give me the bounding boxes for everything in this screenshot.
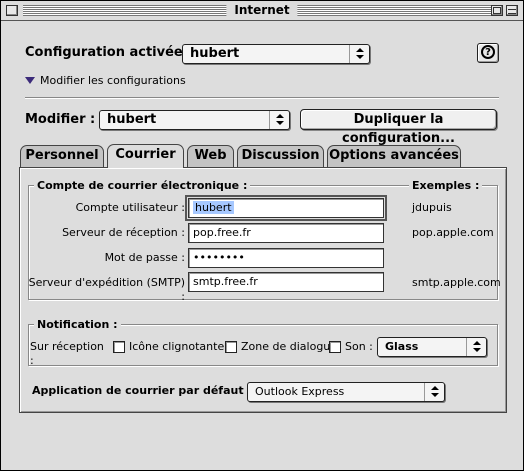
blinking-icon-label[interactable]: Icône clignotante: [129, 340, 224, 354]
collapse-box-icon[interactable]: [506, 5, 518, 16]
separator: [25, 97, 499, 99]
incoming-server-label: Serveur de réception :: [62, 226, 185, 239]
window-title: Internet: [226, 2, 298, 19]
sound-checkbox[interactable]: [329, 341, 341, 353]
sound-label[interactable]: Son :: [345, 340, 373, 354]
help-button[interactable]: ?: [477, 43, 499, 63]
modify-config-value: hubert: [107, 112, 157, 127]
help-icon: ?: [481, 45, 495, 59]
sound-value: Glass: [385, 340, 419, 353]
blinking-icon-checkbox[interactable]: [113, 341, 125, 353]
password-label: Mot de passe :: [104, 251, 185, 264]
popup-arrows-icon: [349, 45, 369, 63]
incoming-server-example: pop.apple.com: [412, 226, 494, 239]
examples-title: Exemples :: [409, 179, 483, 192]
popup-arrows-icon: [466, 338, 486, 356]
user-account-field[interactable]: hubert: [185, 195, 387, 221]
popup-arrows-icon: [424, 383, 444, 401]
dialog-box-label[interactable]: Zone de dialogue: [241, 340, 337, 354]
user-account-value: hubert: [193, 201, 234, 214]
zoom-box-icon[interactable]: [491, 5, 503, 16]
tab-personnel[interactable]: Personnel: [20, 145, 104, 167]
modify-label: Modifier :: [25, 112, 96, 127]
password-field[interactable]: ••••••••: [188, 248, 384, 268]
title-bar[interactable]: Internet: [1, 1, 523, 21]
internet-window: Internet Configuration activée : hubert …: [0, 0, 524, 471]
notification-group-title: Notification :: [34, 318, 121, 331]
tab-discussion[interactable]: Discussion: [237, 145, 324, 167]
modify-config-popup[interactable]: hubert: [99, 110, 290, 130]
user-account-label: Compte utilisateur :: [75, 201, 185, 214]
close-box-icon[interactable]: [6, 5, 18, 16]
default-mail-app-popup[interactable]: Outlook Express: [247, 382, 445, 402]
user-account-example: jdupuis: [412, 201, 452, 214]
active-config-popup[interactable]: hubert: [182, 44, 370, 64]
tab-courrier[interactable]: Courrier: [107, 144, 184, 168]
disclosure-triangle-icon[interactable]: [25, 77, 35, 84]
email-account-group-title: Compte de courrier électronique :: [34, 179, 251, 192]
active-config-value: hubert: [190, 46, 240, 61]
smtp-server-field[interactable]: smtp.free.fr: [188, 272, 384, 292]
modify-configurations-link[interactable]: Modifier les configurations: [40, 74, 186, 88]
default-mail-app-label: Application de courrier par défaut :: [32, 384, 252, 397]
incoming-server-field[interactable]: pop.free.fr: [188, 223, 384, 243]
smtp-server-label: Serveur d'expédition (SMTP) :: [28, 276, 185, 303]
sound-popup[interactable]: Glass: [377, 337, 487, 357]
tab-web[interactable]: Web: [187, 145, 234, 167]
active-config-label: Configuration activée :: [25, 45, 193, 60]
popup-arrows-icon: [269, 111, 289, 129]
dialog-box-checkbox[interactable]: [225, 341, 237, 353]
duplicate-configuration-button[interactable]: Dupliquer la configuration...: [300, 109, 497, 146]
on-receive-label: Sur réception :: [30, 340, 104, 367]
smtp-server-example: smtp.apple.com: [412, 276, 501, 289]
default-mail-app-value: Outlook Express: [255, 385, 345, 398]
tab-options-avancees[interactable]: Options avancées: [327, 145, 461, 167]
courrier-tab-panel: Compte de courrier électronique : Exempl…: [19, 167, 507, 413]
